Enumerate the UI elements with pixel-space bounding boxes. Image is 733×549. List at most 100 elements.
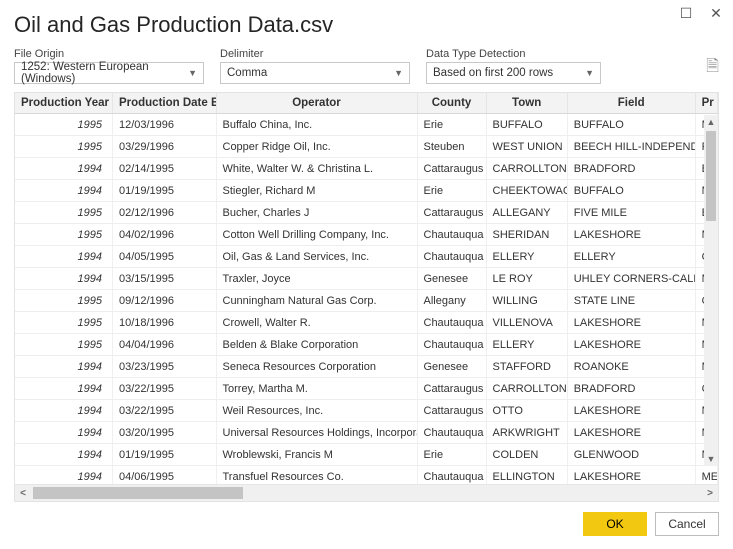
cell-pr: ME [695,466,717,485]
cell-operator: Torrey, Martha M. [216,378,417,400]
cell-town: BUFFALO [486,114,567,136]
close-icon[interactable]: ✕ [707,4,725,22]
cell-operator: Cotton Well Drilling Company, Inc. [216,224,417,246]
data-type-detection-combo[interactable]: Based on first 200 rows ▼ [426,62,601,84]
cell-operator: Belden & Blake Corporation [216,334,417,356]
delimiter-label: Delimiter [220,48,410,60]
cell-county: Chautauqua [417,312,486,334]
cell-year: 1994 [15,180,112,202]
cell-field: LAKESHORE [567,312,695,334]
scroll-up-icon[interactable]: ▲ [704,115,718,129]
preview-table: Production Year Production Date Entered … [15,93,718,484]
cell-date: 03/15/1995 [112,268,216,290]
cell-year: 1994 [15,378,112,400]
cell-year: 1994 [15,444,112,466]
chevron-down-icon: ▼ [188,68,197,78]
cell-county: Chautauqua [417,224,486,246]
cell-operator: Oil, Gas & Land Services, Inc. [216,246,417,268]
delimiter-combo[interactable]: Comma ▼ [220,62,410,84]
cell-county: Erie [417,114,486,136]
scroll-thumb[interactable] [33,487,243,499]
scroll-left-icon[interactable]: < [15,485,31,501]
table-row[interactable]: 199403/22/1995Weil Resources, Inc.Cattar… [15,400,718,422]
cell-year: 1994 [15,246,112,268]
cell-county: Genesee [417,356,486,378]
cell-town: CARROLLTON [486,378,567,400]
cell-year: 1994 [15,356,112,378]
cell-town: CARROLLTON [486,158,567,180]
table-row[interactable]: 199510/18/1996Crowell, Walter R.Chautauq… [15,312,718,334]
cell-field: BUFFALO [567,114,695,136]
table-row[interactable]: 199503/29/1996Copper Ridge Oil, Inc.Steu… [15,136,718,158]
cell-operator: Traxler, Joyce [216,268,417,290]
cell-operator: Seneca Resources Corporation [216,356,417,378]
table-row[interactable]: 199504/04/1996Belden & Blake Corporation… [15,334,718,356]
col-field[interactable]: Field [567,93,695,114]
col-county[interactable]: County [417,93,486,114]
cell-date: 03/23/1995 [112,356,216,378]
cell-operator: Transfuel Resources Co. [216,466,417,485]
table-row[interactable]: 199403/23/1995Seneca Resources Corporati… [15,356,718,378]
cell-field: BRADFORD [567,378,695,400]
ok-button[interactable]: OK [583,512,647,536]
cell-county: Cattaraugus [417,400,486,422]
cell-year: 1994 [15,466,112,485]
cell-date: 03/22/1995 [112,400,216,422]
cell-operator: Buffalo China, Inc. [216,114,417,136]
table-row[interactable]: 199509/12/1996Cunningham Natural Gas Cor… [15,290,718,312]
col-production-year[interactable]: Production Year [15,93,112,114]
refresh-icon[interactable]: 🗎 [706,55,719,82]
cell-operator: Universal Resources Holdings, Incorporat… [216,422,417,444]
cell-operator: Bucher, Charles J [216,202,417,224]
cell-town: LE ROY [486,268,567,290]
col-operator[interactable]: Operator [216,93,417,114]
cell-county: Chautauqua [417,334,486,356]
scroll-down-icon[interactable]: ▼ [704,452,718,466]
scroll-right-icon[interactable]: > [702,485,718,501]
table-row[interactable]: 199403/20/1995Universal Resources Holdin… [15,422,718,444]
table-row[interactable]: 199401/19/1995Stiegler, Richard MErieCHE… [15,180,718,202]
table-row[interactable]: 199401/19/1995Wroblewski, Francis MErieC… [15,444,718,466]
cell-date: 04/05/1995 [112,246,216,268]
horizontal-scrollbar[interactable]: < > [15,484,718,501]
vertical-scrollbar[interactable]: ▲ ▼ [704,115,718,466]
cell-date: 01/19/1995 [112,180,216,202]
cell-town: ELLINGTON [486,466,567,485]
cell-field: STATE LINE [567,290,695,312]
cell-town: CHEEKTOWAGA [486,180,567,202]
scroll-thumb[interactable] [706,131,716,221]
cell-county: Cattaraugus [417,202,486,224]
cell-year: 1995 [15,136,112,158]
table-row[interactable]: 199404/05/1995Oil, Gas & Land Services, … [15,246,718,268]
cell-field: LAKESHORE [567,466,695,485]
cell-year: 1995 [15,290,112,312]
chevron-down-icon: ▼ [394,68,403,78]
cell-operator: Crowell, Walter R. [216,312,417,334]
cell-field: LAKESHORE [567,334,695,356]
col-production-date[interactable]: Production Date Entered [112,93,216,114]
cell-field: LAKESHORE [567,224,695,246]
table-row[interactable]: 199402/14/1995White, Walter W. & Christi… [15,158,718,180]
table-row[interactable]: 199502/12/1996Bucher, Charles JCattaraug… [15,202,718,224]
chevron-down-icon: ▼ [585,68,594,78]
cell-operator: Copper Ridge Oil, Inc. [216,136,417,158]
cancel-button[interactable]: Cancel [655,512,719,536]
table-row[interactable]: 199512/03/1996Buffalo China, Inc.ErieBUF… [15,114,718,136]
table-row[interactable]: 199403/22/1995Torrey, Martha M.Cattaraug… [15,378,718,400]
table-row[interactable]: 199403/15/1995Traxler, JoyceGeneseeLE RO… [15,268,718,290]
cell-date: 02/14/1995 [112,158,216,180]
cell-date: 01/19/1995 [112,444,216,466]
cell-year: 1995 [15,202,112,224]
cell-town: ARKWRIGHT [486,422,567,444]
col-pr[interactable]: Pr [695,93,717,114]
dialog-footer: OK Cancel [14,512,719,536]
maximize-icon[interactable]: ☐ [677,4,695,22]
cell-date: 04/02/1996 [112,224,216,246]
table-row[interactable]: 199404/06/1995Transfuel Resources Co.Cha… [15,466,718,485]
file-origin-combo[interactable]: 1252: Western European (Windows) ▼ [14,62,204,84]
cell-field: LAKESHORE [567,400,695,422]
table-row[interactable]: 199504/02/1996Cotton Well Drilling Compa… [15,224,718,246]
col-town[interactable]: Town [486,93,567,114]
cell-county: Cattaraugus [417,158,486,180]
cell-town: OTTO [486,400,567,422]
